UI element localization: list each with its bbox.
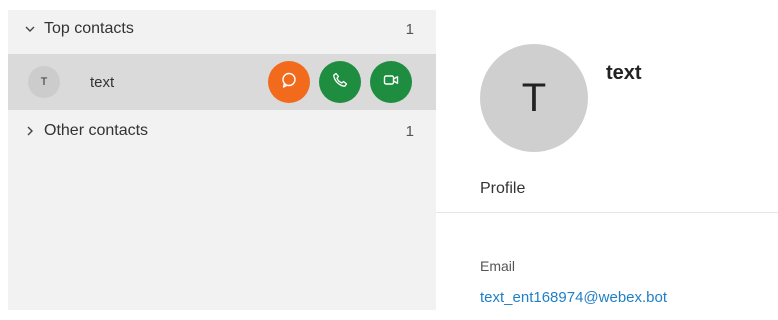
phone-icon (331, 71, 349, 94)
video-call-button[interactable] (370, 61, 412, 103)
contact-row[interactable]: T text (8, 54, 436, 110)
contact-name: text (90, 73, 115, 91)
email-link[interactable]: text_ent168974@webex.bot (480, 289, 667, 306)
avatar: T (28, 66, 60, 98)
chevron-down-icon (22, 21, 38, 37)
top-contacts-label: Top contacts (44, 20, 134, 37)
chat-icon (280, 71, 298, 94)
other-contacts-count: 1 (405, 122, 414, 140)
video-icon (382, 71, 400, 94)
top-contacts-count: 1 (405, 20, 414, 38)
app-window: Top contacts 1 T text Other contacts 1 T… (0, 0, 778, 320)
email-label: Email (480, 258, 516, 274)
tab-profile[interactable]: Profile (480, 180, 525, 198)
chevron-right-icon (22, 123, 38, 139)
chat-button[interactable] (268, 61, 310, 103)
contacts-list-pane: Top contacts 1 T text Other contacts 1 (8, 10, 436, 310)
profile-avatar: T (480, 44, 588, 152)
call-button[interactable] (319, 61, 361, 103)
contact-details-pane: T text Profile Email text_ent168974@webe… (436, 0, 778, 320)
profile-name: text (606, 62, 642, 84)
divider (436, 212, 778, 213)
other-contacts-header[interactable]: Other contacts 1 (8, 112, 436, 150)
top-contacts-header[interactable]: Top contacts 1 (8, 10, 436, 48)
other-contacts-label: Other contacts (44, 122, 149, 139)
